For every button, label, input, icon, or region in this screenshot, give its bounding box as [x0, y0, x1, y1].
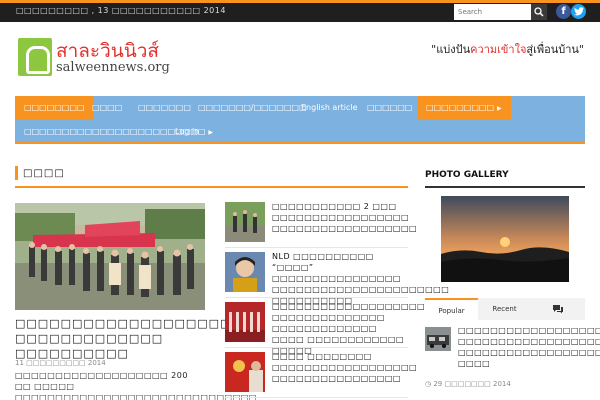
lead-article-title[interactable]: □□□□□□□□□□□□□□□□□□□□□ □□□□□□□□□□□□□ □□□□…: [15, 316, 253, 361]
nav-item-label: □□□□□□□□□: [426, 103, 495, 112]
lead-article-image[interactable]: [15, 203, 205, 310]
nav-item-news[interactable]: □□□□: [83, 96, 131, 120]
search-button[interactable]: [531, 4, 547, 20]
nav-item-label: Log in: [175, 127, 200, 136]
section-accent: [15, 166, 18, 180]
nav-item-login[interactable]: Log in: [166, 120, 208, 144]
twitter-icon[interactable]: [571, 4, 586, 19]
search-input[interactable]: [454, 4, 532, 20]
nav-item-label: English article: [301, 103, 358, 112]
nav-item-gallery[interactable]: □□□□□□: [358, 96, 421, 120]
article-thumbnail[interactable]: [225, 202, 265, 242]
article-thumbnail[interactable]: [225, 252, 265, 292]
chevron-right-icon: ▶: [497, 105, 502, 112]
chevron-right-icon: ▶: [208, 129, 214, 136]
tab-popular[interactable]: Popular: [425, 298, 478, 320]
list-item[interactable]: NLD □□□□□□□□□□ “□□□□” □□□□□□□□□□□□□□□□ □…: [225, 252, 449, 305]
popular-thumbnail[interactable]: [425, 327, 451, 351]
article-title[interactable]: □□□□□□□□□□□□□□□□□□□ □□□□□□□□□□□□□□ □□□□□…: [272, 301, 425, 356]
tab-label: Recent: [492, 305, 517, 313]
top-bar: □□□□□□□□□ , 13 □□□□□□□□□□□ 2014 f: [0, 0, 600, 22]
section-title: □□□□: [23, 168, 65, 179]
facebook-icon[interactable]: f: [556, 4, 571, 19]
logo-mark: [18, 38, 52, 76]
tab-comments[interactable]: [531, 298, 585, 320]
tagline-highlight: ความเข้าใจ: [470, 43, 527, 56]
comments-icon: [553, 305, 563, 314]
list-item[interactable]: □□□□□□□□□□□ 2 □□□ □□□□□□□□□□□□□□□□□ □□□□…: [225, 201, 417, 248]
nav-item-more[interactable]: □□□□□□□□□ ▶: [417, 96, 511, 120]
nav-item-label: □□□□□□□/□□□□□□□: [198, 103, 307, 112]
nav-item-home[interactable]: □□□□□□□□: [15, 96, 94, 120]
logo-english-text: salweennews.org: [56, 60, 170, 75]
photo-gallery-header: PHOTO GALLERY: [425, 162, 585, 188]
nav-item-label: □□□□□□□□: [24, 103, 85, 112]
article-title[interactable]: □□□□ □□□□□□□□ □□□□□□□□□□□□□□□□□□ □□□□□□□…: [272, 351, 417, 384]
site-logo[interactable]: สาละวินนิวส์ salweennews.org: [18, 38, 170, 80]
list-item[interactable]: □□□□ □□□□□□□□ □□□□□□□□□□□□□□□□□□ □□□□□□□…: [225, 351, 417, 398]
popular-date-text: 29 □□□□□□□ 2014: [433, 380, 511, 388]
photo-gallery-title: PHOTO GALLERY: [425, 170, 509, 180]
lead-article-excerpt: □□□□□□□□□□□□□□□□□□□ 200 □□ □□□□□ □□□□□□□…: [15, 371, 257, 400]
nav-item-label: □□□□: [92, 103, 123, 112]
popular-article-title[interactable]: □□□□□□□□□□□□□□□□□□ □□ □□□□□□□□□□□□□□□□□ □□…: [458, 325, 600, 369]
nav-item-label: □□□□□□□: [138, 103, 191, 112]
main-navigation: □□□□□□□□ □□□□ □□□□□□□ □□□□□□□/□□□□□□□ En…: [15, 96, 585, 144]
tab-label: Popular: [438, 307, 465, 315]
article-thumbnail[interactable]: [225, 352, 265, 392]
article-title[interactable]: □□□□□□□□□□□ 2 □□□ □□□□□□□□□□□□□□□□□ □□□□…: [272, 201, 417, 234]
section-header: □□□□: [15, 162, 408, 188]
article-title[interactable]: NLD □□□□□□□□□□ “□□□□” □□□□□□□□□□□□□□□□ □…: [272, 251, 449, 306]
search-icon: [534, 7, 544, 17]
article-thumbnail[interactable]: [225, 302, 265, 342]
popular-article-date: ◷ 29 □□□□□□□ 2014: [425, 380, 511, 388]
current-date: □□□□□□□□□ , 13 □□□□□□□□□□□ 2014: [16, 6, 226, 15]
tagline-suffix: สู่เพื่อนบ้าน": [526, 43, 584, 56]
gallery-image[interactable]: [441, 196, 569, 282]
site-tagline: "แบ่งปันความเข้าใจสู่เพื่อนบ้าน": [431, 40, 584, 58]
sidebar-tabs: Popular Recent: [425, 298, 585, 320]
lead-article-date: 11 □□□□□□□□□ 2014: [15, 359, 106, 367]
tagline-prefix: "แบ่งปัน: [431, 43, 471, 56]
nav-item-label: □□□□□□: [367, 103, 413, 112]
list-item[interactable]: □□□□□□□□□□□□□□□□□□□ □□□□□□□□□□□□□□ □□□□□…: [225, 302, 425, 355]
nav-item-english-article[interactable]: English article: [292, 96, 367, 120]
tab-recent[interactable]: Recent: [478, 298, 531, 320]
